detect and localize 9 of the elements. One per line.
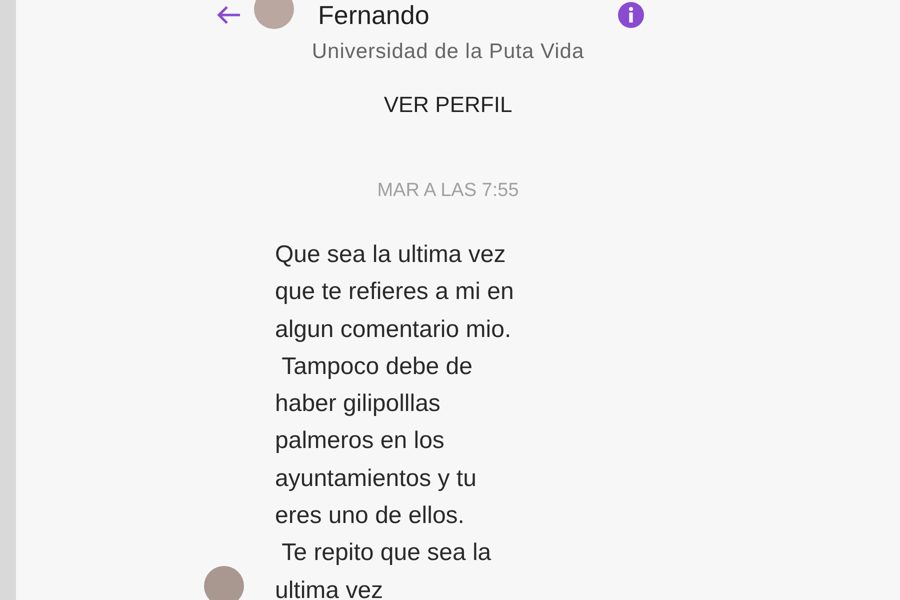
info-icon[interactable] [617,1,646,29]
back-arrow-icon[interactable] [216,5,242,25]
contact-subtitle: Universidad de la Puta Vida [310,40,586,64]
sender-avatar [204,566,244,600]
message-text: Que sea la ultima vez que te refieres a mi en algun comentario mio. Tampoco debe de haber gilipolllas palmeros en los ayuntamientos y tu eres uno de ellos. Te repito que sea la ultima vez [275,240,515,600]
contact-name: Fernando [318,0,430,30]
message-timestamp: MAR A LAS 7:55 [376,180,520,202]
view-profile-link[interactable]: VER PERFIL [16,92,900,118]
avatar [254,0,294,29]
